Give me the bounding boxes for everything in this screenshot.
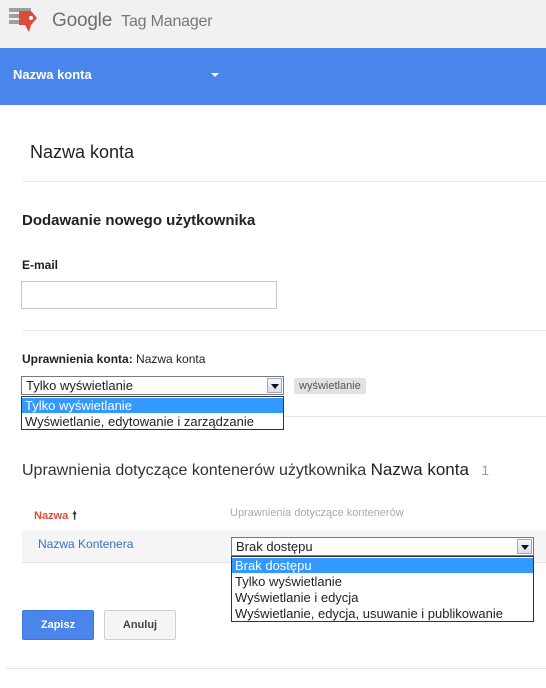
option-view-edit[interactable]: Wyświetlanie i edycja	[232, 590, 533, 605]
container-permission-value: Brak dostępu	[236, 539, 313, 554]
option-view-edit-delete-publish[interactable]: Wyświetlanie, edycja, usuwanie i publiko…	[232, 606, 533, 621]
divider	[285, 416, 546, 417]
column-permissions: Uprawnienia dotyczące kontenerów	[230, 507, 404, 519]
cancel-button[interactable]: Anuluj	[104, 610, 176, 640]
page-title: Nazwa konta	[22, 142, 143, 163]
column-name-label: Nazwa	[34, 510, 69, 522]
email-label: E-mail	[22, 258, 59, 272]
brand-google: Google	[52, 10, 113, 31]
brand: Google Tag Manager	[52, 10, 213, 32]
divider	[6, 668, 546, 669]
containers-title-account: Nazwa konta	[370, 460, 469, 479]
permission-badge: wyświetlanie	[294, 378, 366, 394]
account-selector[interactable]: Nazwa konta	[13, 67, 92, 82]
divider	[22, 181, 546, 182]
option-view-only[interactable]: Tylko wyświetlanie	[232, 574, 533, 589]
account-permissions-label: Uprawnienia konta: Nazwa konta	[22, 352, 205, 366]
dropdown-arrow-icon[interactable]	[267, 378, 282, 393]
account-bar: Nazwa konta	[0, 48, 546, 105]
account-permission-options: Tylko wyświetlanie Wyświetlanie, edytowa…	[21, 396, 284, 430]
account-permissions-account: Nazwa konta	[136, 352, 206, 366]
sort-up-arrow-icon: 🠕	[72, 510, 77, 522]
containers-title-prefix: Uprawnienia dotyczące kontenerów użytkow…	[22, 462, 367, 479]
option-view-edit-manage[interactable]: Wyświetlanie, edytowanie i zarządzanie	[22, 414, 283, 429]
table-header: Nazwa 🠕 Uprawnienia dotyczące kontenerów	[22, 500, 546, 531]
containers-count: 1	[481, 462, 490, 478]
email-field[interactable]	[21, 281, 277, 309]
dropdown-arrow-icon[interactable]	[517, 539, 532, 554]
container-permission-select[interactable]: Brak dostępu	[231, 537, 534, 556]
divider	[22, 330, 546, 331]
account-permission-select[interactable]: Tylko wyświetlanie	[21, 376, 284, 395]
option-view-only[interactable]: Tylko wyświetlanie	[22, 398, 283, 413]
container-permission-options: Brak dostępu Tylko wyświetlanie Wyświetl…	[231, 556, 534, 622]
column-name[interactable]: Nazwa 🠕	[34, 507, 77, 526]
tag-manager-logo-icon	[9, 8, 37, 32]
chevron-down-icon[interactable]	[211, 73, 219, 77]
brand-product: Tag Manager	[121, 13, 213, 30]
account-permission-value: Tylko wyświetlanie	[26, 378, 133, 393]
containers-title: Uprawnienia dotyczące kontenerów użytkow…	[22, 460, 489, 480]
section-title: Dodawanie nowego użytkownika	[22, 212, 256, 229]
top-bar: Google Tag Manager	[0, 0, 546, 48]
option-no-access[interactable]: Brak dostępu	[232, 558, 533, 573]
container-name-link[interactable]: Nazwa Kontenera	[38, 537, 133, 551]
account-permissions-title: Uprawnienia konta:	[22, 352, 133, 366]
save-button[interactable]: Zapisz	[22, 610, 94, 640]
